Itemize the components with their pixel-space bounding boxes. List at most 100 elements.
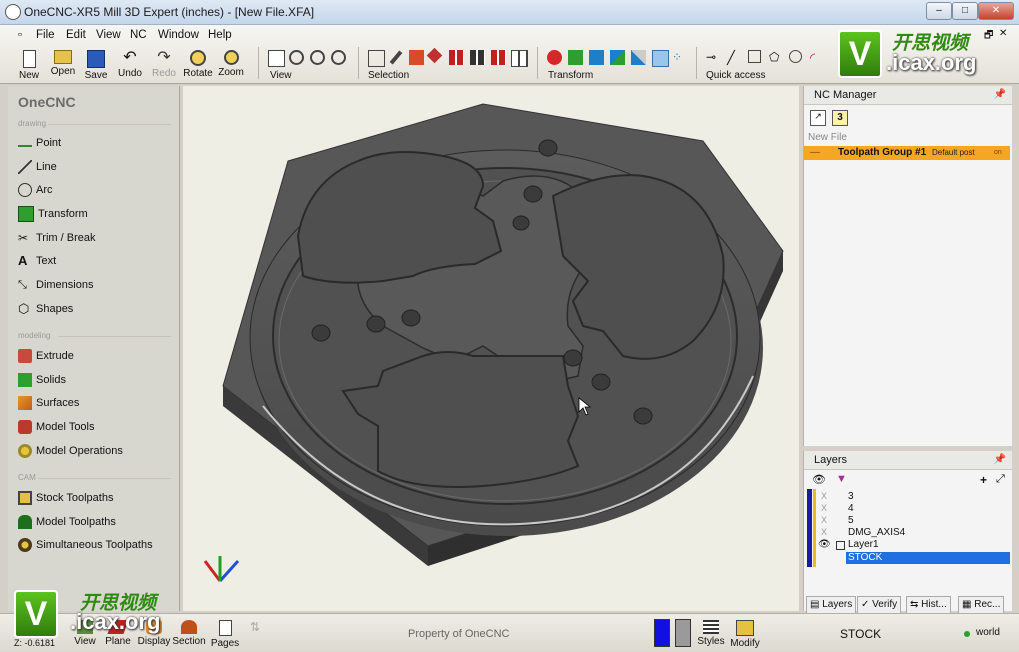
undo-button[interactable]: ↶ Undo bbox=[112, 50, 148, 80]
line-quick-icon[interactable]: ╱ bbox=[727, 50, 742, 65]
select-grid-icon[interactable] bbox=[449, 50, 464, 65]
select-chain-icon[interactable] bbox=[409, 50, 424, 65]
tool-text[interactable]: A Text bbox=[18, 252, 56, 270]
hexagon-icon: ⬡ bbox=[18, 301, 30, 317]
marker-icon[interactable]: ▼ bbox=[836, 473, 847, 485]
eye-icon[interactable]: 👁 bbox=[812, 473, 826, 486]
add-layer-icon[interactable]: + bbox=[980, 473, 987, 487]
restore-doc-icon[interactable]: 🗗 bbox=[984, 28, 993, 45]
color-swatch-blue[interactable] bbox=[654, 619, 670, 647]
tool-simultaneous-toolpaths[interactable]: Simultaneous Toolpaths bbox=[18, 536, 153, 554]
nc-new-file[interactable]: New File bbox=[808, 132, 847, 143]
delete-icon[interactable] bbox=[547, 50, 562, 65]
tool-trim-break[interactable]: ✂ Trim / Break bbox=[18, 229, 96, 247]
redo-button[interactable]: ↷ Redo bbox=[146, 50, 182, 80]
tool-model-tools[interactable]: Model Tools bbox=[18, 418, 95, 436]
copy-icon[interactable] bbox=[589, 50, 604, 65]
array-icon[interactable]: ⁘ bbox=[672, 50, 687, 65]
select-pointer-icon[interactable] bbox=[389, 50, 403, 65]
tool-solids[interactable]: Solids bbox=[18, 371, 66, 389]
move-icon[interactable] bbox=[568, 50, 583, 65]
circle-quick-icon[interactable] bbox=[789, 50, 802, 63]
tab-history[interactable]: ⇆ Hist... bbox=[906, 596, 951, 614]
scale-icon[interactable] bbox=[631, 50, 646, 65]
tool-model-operations[interactable]: Model Operations bbox=[18, 442, 123, 460]
menu-window[interactable]: Window bbox=[158, 29, 199, 41]
layer-hidden-icon[interactable]: X bbox=[821, 515, 827, 525]
layer-hidden-icon[interactable]: X bbox=[821, 503, 827, 513]
section-status-button[interactable]: Section bbox=[172, 620, 206, 647]
expand-icon[interactable]: ⤢ bbox=[996, 473, 1005, 486]
zoom-window-icon[interactable] bbox=[268, 50, 285, 67]
offset-icon[interactable] bbox=[652, 50, 669, 67]
hole bbox=[563, 349, 583, 367]
rotate-button[interactable]: Rotate bbox=[180, 50, 216, 79]
minimize-button[interactable]: – bbox=[926, 2, 952, 20]
maximize-button[interactable]: □ bbox=[952, 2, 978, 20]
simultaneous-toolpath-icon bbox=[18, 538, 32, 553]
tab-layers[interactable]: ▤ Layers bbox=[806, 596, 857, 614]
layer-row[interactable]: 5 bbox=[848, 515, 854, 527]
mirror-icon[interactable] bbox=[610, 50, 625, 65]
layer-hidden-icon[interactable]: X bbox=[821, 491, 827, 501]
select-layer-icon[interactable] bbox=[426, 47, 443, 64]
menu-doc-icon[interactable]: ▫ bbox=[18, 29, 22, 41]
menu-nc[interactable]: NC bbox=[130, 29, 147, 41]
menu-help[interactable]: Help bbox=[208, 29, 232, 41]
pin-icon[interactable]: 📌 bbox=[994, 86, 1006, 104]
layer-hidden-icon[interactable]: X bbox=[821, 527, 827, 537]
select-points-icon[interactable] bbox=[368, 50, 385, 67]
close-button[interactable]: ✕ bbox=[978, 2, 1014, 20]
layer-checkbox[interactable] bbox=[836, 541, 845, 550]
tab-verify[interactable]: ✓ Verify bbox=[857, 596, 902, 614]
polygon-quick-icon[interactable]: ⬠ bbox=[769, 50, 784, 65]
tool-extrude[interactable]: Extrude bbox=[18, 347, 74, 365]
tab-record[interactable]: ▦ Rec... bbox=[958, 596, 1005, 614]
3d-viewport[interactable] bbox=[183, 86, 799, 611]
zoom-button[interactable]: Zoom bbox=[213, 50, 249, 78]
zoom-in-icon[interactable] bbox=[289, 50, 304, 65]
rectangle-quick-icon[interactable] bbox=[748, 50, 761, 63]
model-render[interactable] bbox=[183, 86, 799, 611]
pages-status-button[interactable]: Pages bbox=[208, 620, 242, 649]
tool-transform[interactable]: Transform bbox=[18, 205, 88, 223]
pin-icon[interactable]: 📌 bbox=[994, 451, 1006, 469]
tool-surfaces[interactable]: Surfaces bbox=[18, 394, 79, 412]
nc-file-icon[interactable]: ↗ bbox=[810, 110, 826, 126]
nc-count-badge[interactable]: 3 bbox=[832, 110, 848, 126]
tool-arc[interactable]: Arc bbox=[18, 181, 53, 199]
select-all-icon[interactable] bbox=[470, 50, 485, 65]
coordinate-system-label[interactable]: world bbox=[976, 627, 1000, 638]
layer-visible-icon[interactable]: 👁 bbox=[818, 539, 831, 550]
tool-model-toolpaths[interactable]: Model Toolpaths bbox=[18, 513, 116, 531]
tool-point[interactable]: Point bbox=[18, 134, 61, 152]
layer-row[interactable]: 3 bbox=[848, 491, 854, 503]
layer-row[interactable]: 4 bbox=[848, 503, 854, 515]
zoom-fit-icon[interactable] bbox=[331, 50, 346, 65]
tool-line[interactable]: Line bbox=[18, 158, 57, 176]
layer-row[interactable]: Layer1 bbox=[848, 539, 879, 551]
open-button[interactable]: Open bbox=[45, 50, 81, 77]
tool-dimensions[interactable]: ⤡ Dimensions bbox=[18, 276, 93, 294]
new-button[interactable]: New bbox=[11, 50, 47, 81]
save-button[interactable]: Save bbox=[78, 50, 114, 81]
layer-row[interactable]: DMG_AXIS4 bbox=[848, 527, 905, 539]
app-icon[interactable] bbox=[5, 4, 21, 20]
menu-edit[interactable]: Edit bbox=[66, 29, 86, 41]
arc-quick-icon[interactable]: ◜ bbox=[810, 50, 825, 65]
color-swatch-gray[interactable] bbox=[675, 619, 691, 647]
tool-stock-toolpaths[interactable]: Stock Toolpaths bbox=[18, 489, 113, 507]
zoom-out-icon[interactable] bbox=[310, 50, 325, 65]
layer-row-selected[interactable]: STOCK bbox=[848, 552, 882, 564]
select-mask-icon[interactable] bbox=[491, 50, 506, 65]
close-doc-icon[interactable]: ✕ bbox=[999, 28, 1007, 39]
menu-file[interactable]: File bbox=[36, 29, 55, 41]
menu-view[interactable]: View bbox=[96, 29, 121, 41]
select-none-icon[interactable] bbox=[511, 50, 528, 67]
styles-button[interactable]: Styles bbox=[694, 620, 728, 647]
tool-shapes[interactable]: ⬡ Shapes bbox=[18, 300, 73, 318]
point-quick-icon[interactable]: ⊸ bbox=[706, 50, 721, 65]
modify-button[interactable]: Modify bbox=[728, 620, 762, 649]
scroll-arrows-icon[interactable]: ⇅ bbox=[250, 620, 260, 634]
toolpath-group-row[interactable]: — Toolpath Group #1 Default post on bbox=[804, 146, 1010, 160]
